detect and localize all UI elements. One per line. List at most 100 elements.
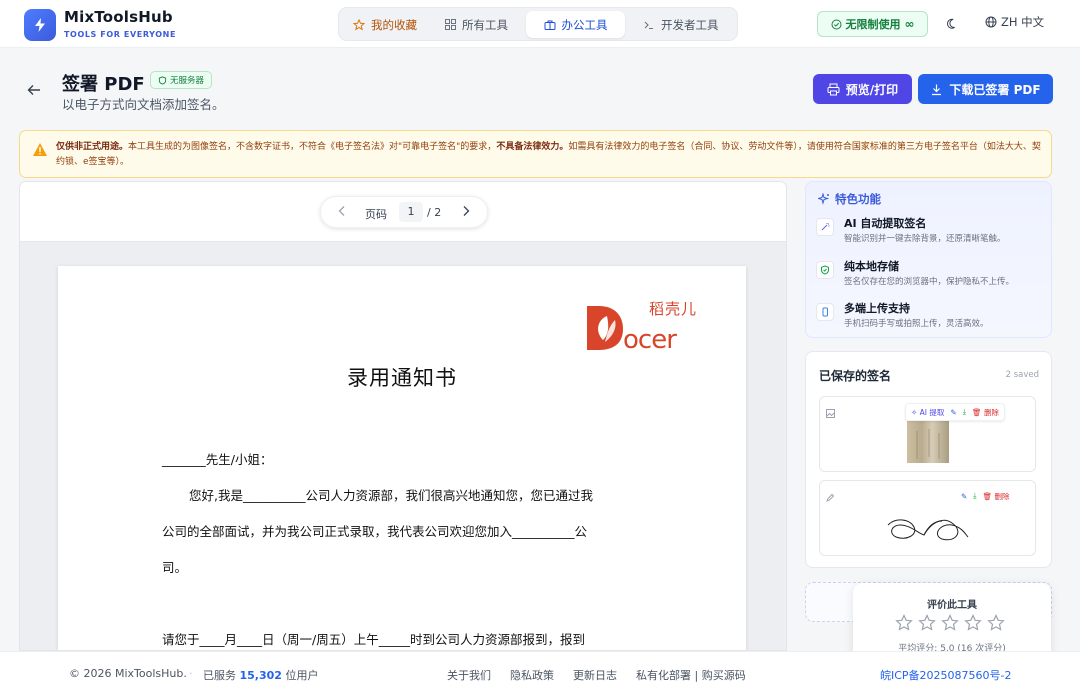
delete-button[interactable]: 🗑 删除 (983, 491, 1010, 502)
chevron-left-icon[interactable] (337, 205, 347, 220)
served-prefix: 已服务 (203, 669, 236, 682)
rating-title: 评价此工具 (927, 600, 977, 611)
feature-desc: 签名仅存在您的浏览器中，保护隐私不上传。 (844, 277, 1015, 287)
download-icon[interactable]: ⤓ (973, 491, 976, 501)
star-icon[interactable] (987, 614, 1005, 632)
moon-icon[interactable] (944, 15, 962, 33)
warning-body-1: 本工具生成的为图像签名，不含数字证书，不符合《电子签名法》对"可靠电子签名"的要… (128, 142, 497, 152)
signature-toolbar: ✧ AI 提取 ✎ ⤓ 🗑 删除 (905, 403, 1005, 421)
users-served: 已服务 15,302 位用户 (203, 667, 318, 683)
tab-label: 我的收藏 (371, 17, 417, 32)
globe-icon (985, 16, 997, 28)
feature-title: 多端上传支持 (844, 302, 910, 315)
svg-text:ocer: ocer (623, 325, 677, 352)
served-count: 15,302 (239, 669, 282, 682)
smartphone-icon (816, 303, 834, 321)
briefcase-icon (544, 20, 555, 30)
document-line: _______先生/小姐： (162, 452, 273, 467)
footer-links: 关于我们 隐私政策 更新日志 私有化部署 | 购买源码 (447, 667, 746, 683)
delete-label: 删除 (983, 407, 999, 417)
warning-triangle-icon (33, 143, 47, 156)
print-label: 预览/打印 (845, 82, 899, 97)
brand-name[interactable]: MixToolsHub (64, 8, 173, 26)
footer-separator: · (189, 667, 193, 680)
language-label: ZH 中文 (1001, 15, 1045, 29)
warning-lead: 仅供非正式用途。 (56, 142, 129, 152)
download-signed-pdf-button[interactable]: 下载已签署 PDF (918, 74, 1053, 104)
top-bar: MixToolsHub TOOLS FOR EVERYONE 我的收藏 所有工具… (0, 0, 1080, 48)
docer-logo: ocer 稻壳儿 (585, 300, 699, 356)
back-arrow-icon[interactable] (24, 80, 44, 100)
tab-developer-tools[interactable]: 开发者工具 (633, 11, 729, 38)
page-number-input[interactable]: 1 (399, 202, 423, 222)
signature-card[interactable]: ✎ ⤓ 🗑 删除 (819, 480, 1036, 556)
download-label: 下载已签署 PDF (949, 82, 1041, 97)
magic-wand-icon (816, 218, 834, 236)
tab-label: 所有工具 (462, 17, 508, 32)
terminal-icon (644, 21, 653, 29)
brand-tagline: TOOLS FOR EVERYONE (64, 30, 177, 39)
star-icon[interactable] (964, 614, 982, 632)
edit-icon[interactable]: ✎ (961, 492, 967, 501)
feature-desc: 手机扫码手写或拍照上传，灵活高效。 (844, 319, 989, 329)
main-nav: 我的收藏 所有工具 办公工具 开发者工具 (338, 7, 738, 41)
warning-text: 仅供非正式用途。本工具生成的为图像签名，不含数字证书，不符合《电子签名法》对"可… (56, 140, 1046, 170)
printer-icon (827, 83, 840, 95)
tab-favorites[interactable]: 我的收藏 (343, 11, 427, 38)
saved-title: 已保存的签名 (819, 369, 892, 383)
feature-title: 纯本地存储 (844, 260, 899, 273)
preview-print-button[interactable]: 预览/打印 (813, 74, 912, 104)
legal-warning-banner: 仅供非正式用途。本工具生成的为图像签名，不含数字证书，不符合《电子签名法》对"可… (19, 130, 1052, 178)
serverless-badge: 无服务器 (150, 71, 213, 89)
star-icon[interactable] (895, 614, 913, 632)
unlimited-label: 无限制使用 (845, 18, 901, 31)
document-viewer: 页码 1 / 2 ocer 稻壳儿 录用通知书 _______先生/小姐： 您好… (19, 181, 787, 651)
saved-signatures-panel: 已保存的签名 2 saved ✧ AI 提取 ✎ ⤓ 🗑 删除 ✎ ⤓ 🗑 删除 (805, 351, 1052, 568)
infinity-icon: ∞ (904, 17, 915, 31)
download-icon[interactable]: ⤓ (963, 407, 966, 417)
download-icon (932, 84, 942, 95)
features-title-text: 特色功能 (835, 192, 881, 206)
page-navigator: 页码 1 / 2 (320, 196, 488, 228)
delete-button[interactable]: 🗑 删除 (972, 407, 999, 418)
serverless-label: 无服务器 (170, 76, 205, 86)
unlimited-usage-badge[interactable]: 无限制使用 ∞ (817, 11, 928, 37)
document-line: 您好,我是__________公司人力资源部，我们很高兴地通知您，您已通过我 (189, 488, 593, 503)
pdf-page[interactable]: ocer 稻壳儿 录用通知书 _______先生/小姐： 您好,我是______… (58, 266, 746, 650)
document-title: 录用通知书 (347, 366, 457, 390)
page-title: 签署 PDF (62, 74, 145, 95)
edit-icon[interactable]: ✎ (950, 408, 956, 417)
star-icon[interactable] (941, 614, 959, 632)
ai-extract-button[interactable]: ✧ AI 提取 (911, 407, 944, 418)
icp-license-link[interactable]: 皖ICP备2025087560号-2 (880, 667, 1012, 683)
pager-bar: 页码 1 / 2 (20, 182, 786, 242)
ai-extract-label: AI 提取 (919, 407, 945, 417)
features-panel: 特色功能 AI 自动提取签名 智能识别并一键去除背景，还原清晰笔触。 纯本地存储… (805, 181, 1052, 338)
star-icon[interactable] (918, 614, 936, 632)
delete-label: 删除 (994, 491, 1010, 501)
footer-link-privacy[interactable]: 隐私政策 (510, 667, 554, 683)
page-total: / 2 (427, 206, 442, 219)
image-icon (826, 403, 835, 422)
chevron-right-icon[interactable] (461, 205, 471, 220)
saved-count: 2 saved (1005, 370, 1039, 380)
star-icon (353, 18, 365, 30)
signature-card[interactable]: ✧ AI 提取 ✎ ⤓ 🗑 删除 (819, 396, 1036, 472)
document-line: 司。 (162, 560, 188, 575)
tab-label: 办公工具 (561, 17, 608, 32)
tab-office-tools[interactable]: 办公工具 (526, 11, 625, 38)
sparkles-icon (818, 193, 830, 205)
tab-all-tools[interactable]: 所有工具 (435, 11, 518, 38)
signature-photo (907, 421, 949, 463)
signature-toolbar: ✎ ⤓ 🗑 删除 (956, 487, 1015, 505)
footer-link-about[interactable]: 关于我们 (447, 667, 491, 683)
warning-strong: 不具备法律效力。 (496, 142, 569, 152)
copyright: © 2026 MixToolsHub. (69, 667, 187, 680)
footer-link-private-deploy[interactable]: 私有化部署 | 购买源码 (636, 667, 746, 683)
docer-logo-text: 稻壳儿 (649, 300, 698, 318)
language-switcher[interactable]: ZH 中文 (985, 14, 1044, 30)
handwritten-signature (887, 519, 969, 541)
lightning-logo-icon[interactable] (24, 9, 56, 41)
feature-desc: 智能识别并一键去除背景，还原清晰笔触。 (844, 234, 1006, 244)
footer-link-changelog[interactable]: 更新日志 (573, 667, 617, 683)
